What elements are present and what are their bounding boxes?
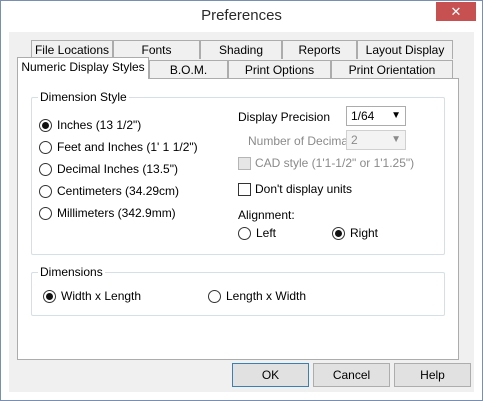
align-right-label: Right — [350, 226, 379, 240]
display-precision-label: Display Precision — [238, 110, 331, 124]
number-of-decimals-label: Number of Decimals — [248, 134, 357, 148]
width-x-length-label: Width x Length — [61, 289, 142, 303]
tab-print-orientation[interactable]: Print Orientation — [331, 60, 453, 79]
cad-style-label: CAD style (1'1-1/2" or 1'1.25") — [255, 156, 415, 170]
radio-unselected-icon — [208, 289, 221, 303]
radio-decimal-inches[interactable]: Decimal Inches (13.5") — [39, 162, 178, 176]
radio-align-right[interactable]: Right — [332, 226, 378, 240]
radio-width-x-length[interactable]: Width x Length — [43, 289, 141, 303]
radio-unselected-icon — [39, 140, 52, 154]
help-button[interactable]: Help — [394, 363, 471, 387]
dimensions-group: Dimensions Width x Length Length x Width — [31, 265, 445, 316]
radio-millimeters-label: Millimeters (342.9mm) — [57, 206, 176, 220]
dont-display-units-label: Don't display units — [255, 182, 353, 196]
radio-unselected-icon — [39, 162, 52, 176]
alignment-label: Alignment: — [238, 208, 295, 222]
radio-centimeters-label: Centimeters (34.29cm) — [57, 184, 180, 198]
radio-centimeters[interactable]: Centimeters (34.29cm) — [39, 184, 179, 198]
radio-unselected-icon — [238, 226, 251, 240]
tab-layout-display[interactable]: Layout Display — [357, 40, 453, 59]
radio-selected-icon — [39, 118, 52, 132]
display-precision-value: 1/64 — [351, 109, 375, 123]
display-precision-select[interactable]: 1/64 ▼ — [346, 106, 406, 126]
close-button[interactable]: ✕ — [436, 2, 476, 21]
radio-unselected-icon — [39, 206, 52, 220]
radio-feet-and-inches[interactable]: Feet and Inches (1' 1 1/2") — [39, 140, 198, 154]
window-title: Preferences — [201, 7, 282, 24]
chevron-down-icon: ▼ — [391, 134, 401, 145]
tab-reports[interactable]: Reports — [282, 40, 357, 59]
align-left-label: Left — [256, 226, 277, 240]
number-of-decimals-select[interactable]: 2 ▼ — [346, 130, 406, 150]
tab-panel: Dimension Style Inches (13 1/2") Feet an… — [17, 78, 459, 360]
preferences-window: Preferences ✕ File Locations Fonts Shadi… — [0, 0, 483, 401]
cad-style-checkbox[interactable]: CAD style (1'1-1/2" or 1'1.25") — [238, 156, 414, 170]
title-bar[interactable]: Preferences ✕ — [1, 1, 482, 32]
dialog-client-area: File Locations Fonts Shading Reports Lay… — [9, 32, 474, 392]
ok-button[interactable]: OK — [232, 363, 309, 387]
radio-inches[interactable]: Inches (13 1/2") — [39, 118, 141, 132]
radio-align-left[interactable]: Left — [238, 226, 276, 240]
radio-length-x-width[interactable]: Length x Width — [208, 289, 306, 303]
dimension-style-label: Dimension Style — [38, 90, 129, 104]
checkbox-icon — [238, 156, 251, 170]
chevron-down-icon: ▼ — [391, 110, 401, 121]
length-x-width-label: Length x Width — [226, 289, 307, 303]
checkbox-icon — [238, 182, 251, 196]
radio-unselected-icon — [39, 184, 52, 198]
tab-print-options[interactable]: Print Options — [228, 60, 331, 79]
tab-shading[interactable]: Shading — [200, 40, 282, 59]
close-icon: ✕ — [450, 4, 462, 19]
radio-inches-label: Inches (13 1/2") — [57, 118, 142, 132]
radio-selected-icon — [43, 289, 56, 303]
tab-numeric-display-styles[interactable]: Numeric Display Styles — [17, 57, 149, 79]
tab-bom[interactable]: B.O.M. — [149, 60, 228, 79]
radio-decimal-label: Decimal Inches (13.5") — [57, 162, 178, 176]
radio-selected-icon — [332, 226, 345, 240]
dont-display-units-checkbox[interactable]: Don't display units — [238, 182, 352, 196]
dimension-style-group: Dimension Style Inches (13 1/2") Feet an… — [31, 90, 445, 255]
radio-feet-label: Feet and Inches (1' 1 1/2") — [57, 140, 198, 154]
radio-millimeters[interactable]: Millimeters (342.9mm) — [39, 206, 176, 220]
dimensions-label: Dimensions — [38, 265, 105, 279]
cancel-button[interactable]: Cancel — [313, 363, 390, 387]
number-of-decimals-value: 2 — [351, 133, 358, 147]
